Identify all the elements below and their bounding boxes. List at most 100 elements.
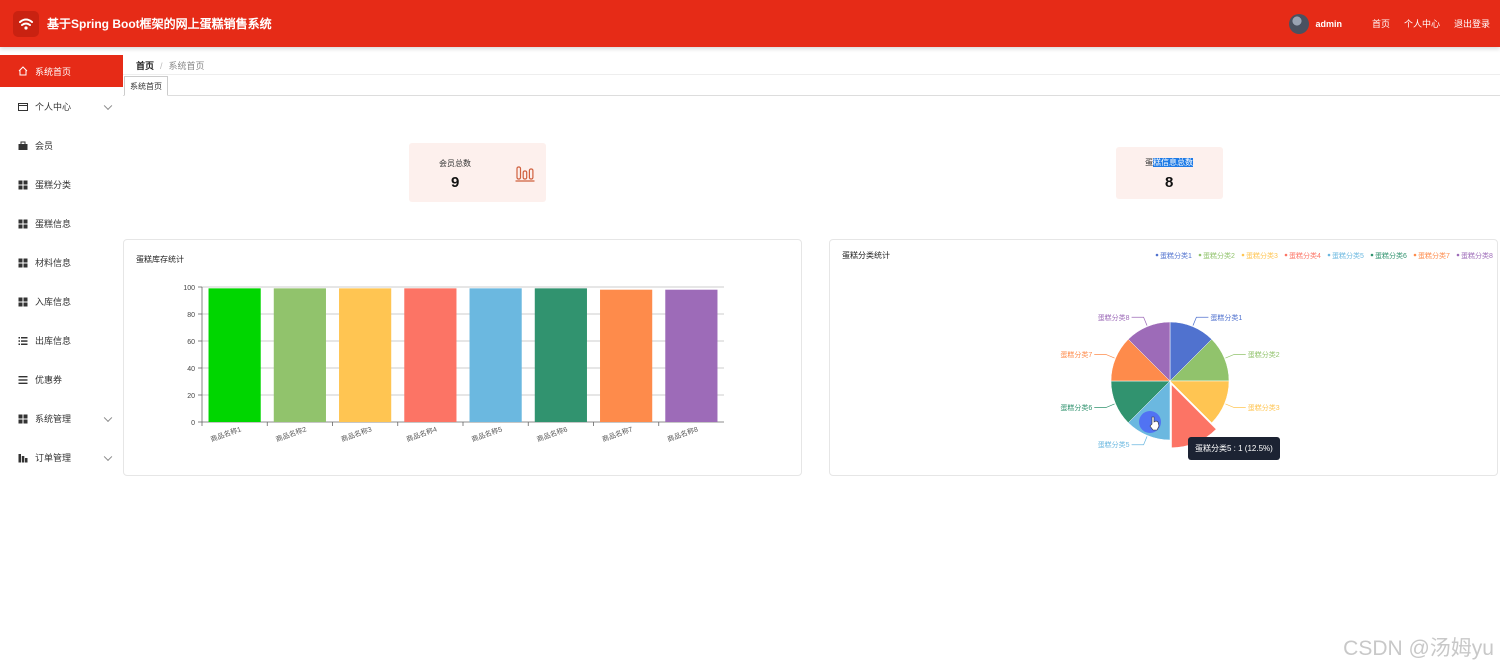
label-line (1225, 403, 1246, 408)
sidebar-menu: 系统首页 个人中心 会员 蛋糕分类 蛋糕信息 材料信息 入库信息 出库信息 优惠… (0, 55, 123, 475)
pie-label: 蛋糕分类3 (1248, 403, 1280, 412)
bar (273, 288, 326, 422)
breadcrumb-home[interactable]: 首页 (136, 59, 154, 72)
x-tick-label: 商品名称5 (470, 424, 503, 443)
y-tick-label: 20 (187, 393, 195, 400)
sidebar-item-label: 材料信息 (35, 258, 72, 268)
sidebar-item-stock-out[interactable]: 出库信息 (0, 321, 123, 360)
bar (208, 288, 261, 422)
sidebar-item-orders[interactable]: 订单管理 (0, 438, 123, 477)
stat-value: 9 (451, 174, 460, 191)
stat-label-prefix: 蛋 (1145, 158, 1153, 167)
x-tick-label: 商品名称8 (666, 424, 699, 443)
legend-item: 蛋糕分类4 (1289, 251, 1321, 260)
legend-marker (1370, 253, 1374, 257)
sidebar-item-label: 出库信息 (35, 336, 72, 346)
grid-icon (18, 414, 28, 424)
sidebar-item-cake-info[interactable]: 蛋糕信息 (0, 204, 123, 243)
sidebar-item-label: 蛋糕分类 (35, 180, 72, 190)
bar (469, 288, 522, 422)
y-tick-label: 0 (191, 420, 195, 427)
stat-card-cakes: 蛋糕信息总数 8 (1116, 147, 1223, 199)
bar (404, 288, 457, 422)
x-tick-label: 商品名称4 (405, 424, 438, 443)
legend-item: 蛋糕分类5 (1332, 251, 1364, 260)
y-tick-label: 80 (187, 312, 195, 319)
bar (600, 289, 653, 422)
legend-item: 蛋糕分类1 (1160, 251, 1192, 260)
sidebar-item-home[interactable]: 系统首页 (0, 55, 123, 87)
legend-item: 蛋糕分类2 (1203, 251, 1235, 260)
grid-icon (18, 180, 28, 190)
legend-marker (1456, 253, 1460, 257)
grid-icon (18, 258, 28, 268)
legend-marker (1198, 253, 1202, 257)
stat-label-highlight: 糕信息总数 (1153, 158, 1193, 167)
briefcase-icon (18, 141, 28, 151)
legend-marker (1413, 253, 1417, 257)
chevron-down-icon (103, 452, 113, 461)
header-link-home[interactable]: 首页 (1372, 17, 1390, 30)
grid-icon (18, 297, 28, 307)
pie-chart-card: 蛋糕分类统计 蛋糕分类1 蛋糕分类2 蛋糕分类3 蛋糕分类4 蛋糕分类5 蛋糕分类6 蛋糕分… (829, 239, 1498, 476)
pie-label: 蛋糕分类1 (1210, 313, 1242, 322)
sidebar-item-label: 优惠券 (35, 375, 63, 385)
sidebar-item-member[interactable]: 会员 (0, 126, 123, 165)
legend-marker (1327, 253, 1331, 257)
legend-item: 蛋糕分类6 (1375, 251, 1407, 260)
tab-bar: 系统首页 (123, 75, 1500, 96)
bar-chart-outline-icon (515, 162, 535, 187)
label-line (1131, 316, 1148, 326)
bar (339, 288, 392, 422)
logo-icon (13, 10, 39, 37)
bar-chart-icon (18, 453, 28, 463)
stat-label: 蛋糕信息总数 (1145, 157, 1193, 168)
sidebar-item-profile[interactable]: 个人中心 (0, 87, 123, 126)
menu-lines-icon (18, 375, 28, 385)
sidebar-item-system[interactable]: 系统管理 (0, 399, 123, 438)
sidebar-item-label: 蛋糕信息 (35, 219, 72, 229)
legend-item: 蛋糕分类3 (1246, 251, 1278, 260)
label-line (1225, 354, 1246, 359)
legend-marker (1284, 253, 1288, 257)
legend-marker (1155, 253, 1159, 257)
pie-label: 蛋糕分类8 (1098, 313, 1130, 322)
bar-chart-card: 蛋糕库存统计 0 20 40 60 80 100 商品名称1 商品名称2 商品名称3 商品名称4 商… (123, 239, 802, 476)
stat-card-members: 会员总数 9 (409, 143, 546, 202)
label-line (1192, 316, 1209, 326)
list-icon (18, 336, 28, 346)
y-tick-label: 100 (183, 285, 195, 292)
y-tick-label: 60 (187, 339, 195, 346)
app-root: 基于Spring Boot框架的网上蛋糕销售系统 admin 首页 个人中心 退… (0, 0, 1500, 670)
app-title: 基于Spring Boot框架的网上蛋糕销售系统 (47, 17, 272, 31)
sidebar-item-coupon[interactable]: 优惠券 (0, 360, 123, 399)
breadcrumb-current: 系统首页 (168, 61, 205, 71)
label-line (1094, 403, 1115, 408)
x-tick-label: 商品名称2 (274, 424, 307, 443)
x-tick-label: 商品名称6 (535, 424, 568, 443)
legend-item: 蛋糕分类7 (1418, 251, 1450, 260)
sidebar-item-material-info[interactable]: 材料信息 (0, 243, 123, 282)
y-tick-label: 40 (187, 366, 195, 373)
legend-item: 蛋糕分类8 (1461, 251, 1493, 260)
sidebar-item-label: 会员 (35, 141, 54, 151)
header-link-profile[interactable]: 个人中心 (1404, 17, 1440, 30)
sidebar-item-stock-in[interactable]: 入库信息 (0, 282, 123, 321)
sidebar-item-label: 入库信息 (35, 297, 72, 307)
home-icon (18, 66, 28, 76)
top-header: 基于Spring Boot框架的网上蛋糕销售系统 admin 首页 个人中心 退… (0, 0, 1500, 47)
stat-label: 会员总数 (439, 159, 471, 168)
tab-home[interactable]: 系统首页 (124, 76, 168, 96)
bar-chart: 0 20 40 60 80 100 商品名称1 商品名称2 商品名称3 商品名称4 商品名称5 商品名… (183, 285, 724, 444)
breadcrumb-separator: / (160, 60, 163, 71)
sidebar-item-label: 订单管理 (35, 453, 72, 463)
watermark: CSDN @汤姆yu (1343, 637, 1494, 660)
header-link-logout[interactable]: 退出登录 (1454, 17, 1490, 30)
sidebar-item-cake-category[interactable]: 蛋糕分类 (0, 165, 123, 204)
pie-chart: 蛋糕分类1 蛋糕分类2 蛋糕分类3 蛋糕分类4 蛋糕分类5 蛋糕分类6 蛋糕分类7 蛋糕分类8… (1060, 251, 1493, 449)
stat-value: 8 (1165, 174, 1174, 191)
avatar[interactable] (1289, 13, 1310, 34)
sidebar-item-label: 系统首页 (35, 66, 72, 77)
label-line (1131, 436, 1148, 446)
sidebar-item-label: 系统管理 (35, 414, 72, 424)
